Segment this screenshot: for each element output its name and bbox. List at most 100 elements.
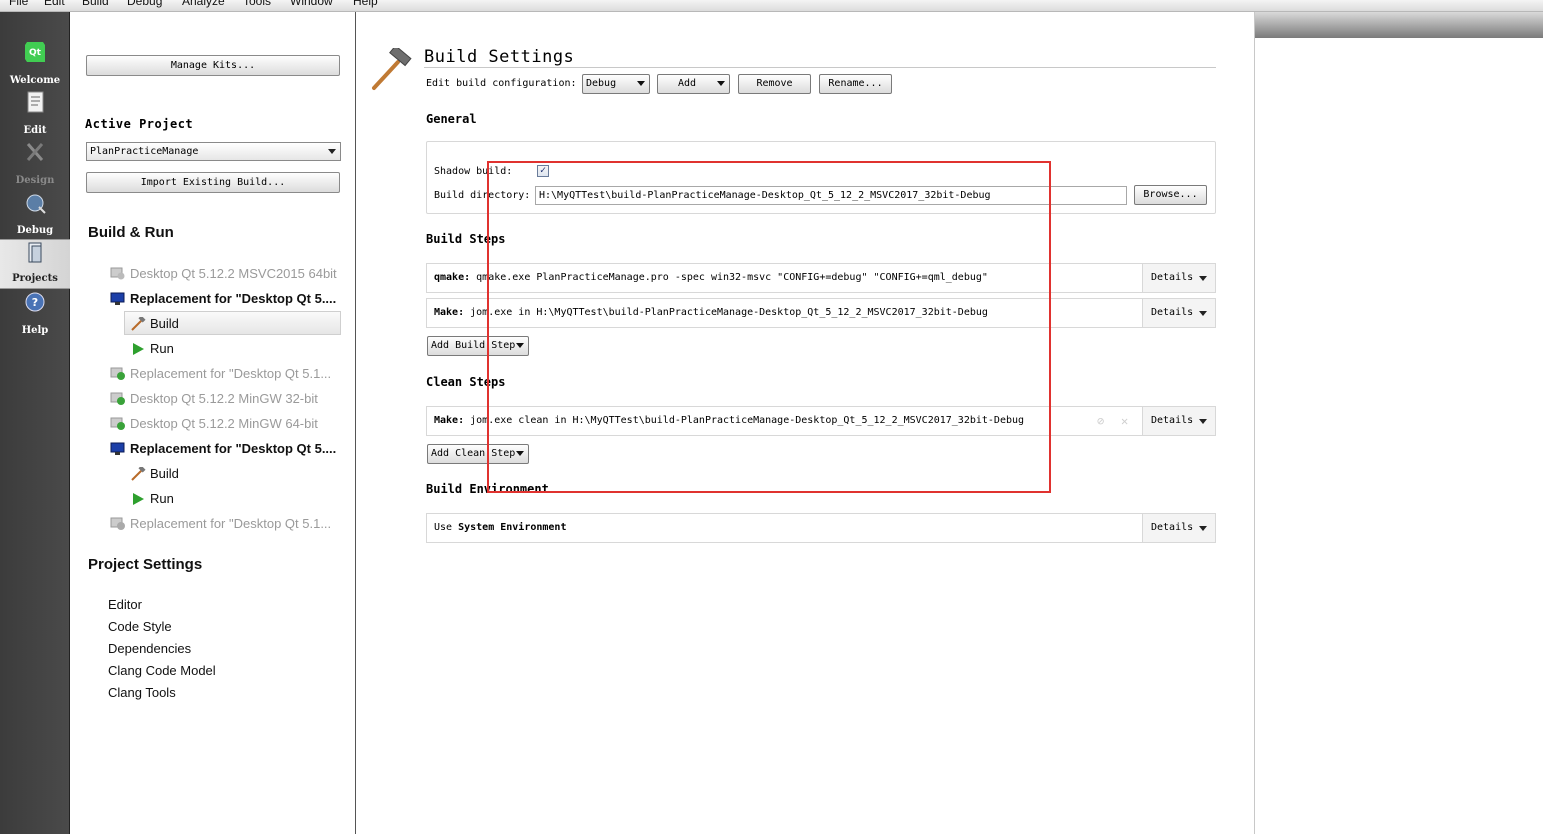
mode-label: Design <box>15 175 55 186</box>
menu-file[interactable]: File <box>9 0 28 8</box>
details-button[interactable]: Details <box>1142 299 1215 327</box>
mode-projects[interactable]: Projects <box>0 239 70 289</box>
menu-window[interactable]: Window <box>290 0 333 8</box>
import-existing-build-button[interactable]: Import Existing Build... <box>86 172 340 193</box>
rename-config-button[interactable]: Rename... <box>819 74 892 94</box>
active-project-heading: Active Project <box>85 117 194 131</box>
mode-edit[interactable]: Edit <box>0 90 70 140</box>
step-name: Make: <box>434 415 465 426</box>
mode-design[interactable]: Design <box>0 140 70 190</box>
clean-steps-heading: Clean Steps <box>426 375 506 389</box>
chevron-down-icon <box>1199 419 1207 424</box>
debug-bug-icon <box>26 194 46 214</box>
environment-value: System Environment <box>458 522 567 533</box>
menu-help[interactable]: Help <box>353 0 378 8</box>
remove-config-button[interactable]: Remove <box>738 74 811 94</box>
shadow-build-label: Shadow build: <box>434 166 513 177</box>
menu-tools[interactable]: Tools <box>243 0 271 8</box>
design-pen-icon <box>26 143 44 161</box>
settings-dependencies[interactable]: Dependencies <box>108 641 191 656</box>
build-config-combo[interactable]: Debug <box>582 74 650 94</box>
general-heading: General <box>426 112 477 126</box>
mode-label: Projects <box>12 273 58 284</box>
mode-debug[interactable]: Debug <box>0 190 70 240</box>
active-project-value: PlanPracticeManage <box>90 146 199 157</box>
kit-run-item[interactable]: Run <box>133 341 174 356</box>
build-step-row: qmake: qmake.exe PlanPracticeManage.pro … <box>426 263 1216 293</box>
menu-analyze[interactable]: Analyze <box>182 0 225 8</box>
chevron-down-icon <box>328 149 336 154</box>
mode-label: Debug <box>16 225 54 236</box>
kit-build-item[interactable]: Build <box>131 466 179 481</box>
kit-add-icon <box>110 392 125 405</box>
svg-text:Qt: Qt <box>29 48 42 58</box>
settings-clang-code-model[interactable]: Clang Code Model <box>108 663 216 678</box>
kit-item[interactable]: Desktop Qt 5.12.2 MinGW 32-bit <box>110 391 318 406</box>
page-title: Build Settings <box>424 47 575 67</box>
kit-item[interactable]: Desktop Qt 5.12.2 MinGW 64-bit <box>110 416 318 431</box>
mode-welcome[interactable]: Qt Welcome <box>0 40 70 90</box>
active-project-combo[interactable]: PlanPracticeManage <box>86 142 341 161</box>
add-clean-step-button[interactable]: Add Clean Step <box>427 444 529 464</box>
kit-item[interactable]: Replacement for "Desktop Qt 5.... <box>110 441 336 456</box>
title-divider <box>424 67 1216 68</box>
kit-item[interactable]: Replacement for "Desktop Qt 5.1... <box>110 366 331 381</box>
add-build-step-button[interactable]: Add Build Step <box>427 336 529 356</box>
build-directory-field[interactable]: H:\MyQTTest\build-PlanPracticeManage-Des… <box>535 186 1127 205</box>
hammer-icon <box>131 317 146 331</box>
chevron-down-icon <box>717 81 725 86</box>
chevron-down-icon <box>1199 526 1207 531</box>
kit-item[interactable]: Replacement for "Desktop Qt 5.1... <box>110 516 331 531</box>
details-button[interactable]: Details <box>1142 407 1215 435</box>
step-name: Make: <box>434 307 465 318</box>
chevron-down-icon <box>516 451 524 456</box>
run-triangle-icon <box>133 493 144 505</box>
mode-sidebar: Qt Welcome Edit Design Debug Projects ? … <box>0 12 70 834</box>
help-question-icon: ? <box>25 292 45 312</box>
build-run-heading: Build & Run <box>88 224 174 241</box>
disable-step-icon[interactable]: ⊘ <box>1097 407 1104 435</box>
kit-build-item[interactable]: Build <box>131 316 179 331</box>
chevron-down-icon <box>1199 276 1207 281</box>
browse-button[interactable]: Browse... <box>1134 185 1207 205</box>
projects-folder-icon <box>28 242 42 263</box>
menu-debug[interactable]: Debug <box>127 0 162 8</box>
project-navigation-panel: Manage Kits... Active Project PlanPracti… <box>71 12 355 834</box>
kit-add-icon <box>110 517 125 530</box>
kit-disabled-icon <box>110 267 125 280</box>
mode-label: Edit <box>23 125 47 136</box>
monitor-icon <box>110 292 125 305</box>
chevron-down-icon <box>1199 311 1207 316</box>
details-button[interactable]: Details <box>1142 264 1215 292</box>
remove-step-icon[interactable]: ✕ <box>1121 407 1128 435</box>
build-hammer-icon <box>372 48 412 90</box>
build-environment-heading: Build Environment <box>426 482 549 496</box>
mode-label: Help <box>21 325 49 336</box>
monitor-icon <box>110 442 125 455</box>
settings-editor[interactable]: Editor <box>108 597 142 612</box>
right-empty-area <box>1255 38 1543 834</box>
step-summary: jom.exe in H:\MyQTTest\build-PlanPractic… <box>470 307 988 318</box>
qt-logo-icon: Qt <box>25 42 45 62</box>
details-button[interactable]: Details <box>1142 514 1215 542</box>
kit-item[interactable]: Desktop Qt 5.12.2 MSVC2015 64bit <box>110 266 337 281</box>
menu-edit[interactable]: Edit <box>44 0 65 8</box>
menu-build[interactable]: Build <box>82 0 109 8</box>
manage-kits-button[interactable]: Manage Kits... <box>86 55 340 76</box>
toolbar-strip <box>1255 12 1543 38</box>
mode-help[interactable]: ? Help <box>0 290 70 340</box>
settings-clang-tools[interactable]: Clang Tools <box>108 685 176 700</box>
clean-step-row: Make: jom.exe clean in H:\MyQTTest\build… <box>426 406 1216 436</box>
shadow-build-checkbox[interactable]: ✓ <box>537 165 549 177</box>
step-summary: jom.exe clean in H:\MyQTTest\build-PlanP… <box>470 415 1025 426</box>
edit-build-config-label: Edit build configuration: <box>426 78 577 89</box>
kit-add-icon <box>110 417 125 430</box>
settings-code-style[interactable]: Code Style <box>108 619 172 634</box>
step-name: qmake: <box>434 272 471 283</box>
step-summary: qmake.exe PlanPracticeManage.pro -spec w… <box>476 272 988 283</box>
add-config-button[interactable]: Add <box>657 74 730 94</box>
hammer-icon <box>131 467 146 481</box>
kit-run-item[interactable]: Run <box>133 491 174 506</box>
build-config-value: Debug <box>586 78 617 89</box>
kit-item[interactable]: Replacement for "Desktop Qt 5.... <box>110 291 336 306</box>
